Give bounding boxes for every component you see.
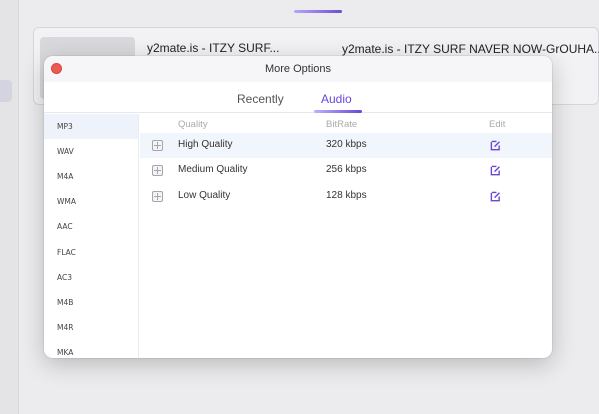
active-tab-underline [314, 110, 362, 113]
format-item-m4r[interactable]: M4R [44, 315, 138, 340]
format-item-mka[interactable]: MKA [44, 340, 138, 358]
row-bitrate: 128 kbps [326, 190, 367, 201]
edit-icon[interactable] [490, 140, 501, 151]
background-sidebar-tab[interactable] [0, 80, 12, 102]
video-title-short: y2mate.is - ITZY SURF... [147, 41, 280, 55]
format-item-mp3[interactable]: MP3 [44, 114, 138, 139]
tab-audio[interactable]: Audio [321, 92, 352, 106]
column-header-quality: Quality [178, 119, 208, 130]
format-item-wma[interactable]: WMA [44, 189, 138, 214]
background-left-strip [0, 0, 18, 414]
background-tab-indicator [294, 10, 342, 13]
table-row[interactable]: High Quality 320 kbps [140, 133, 552, 158]
format-item-ac3[interactable]: AC3 [44, 265, 138, 290]
row-bitrate: 320 kbps [326, 139, 367, 150]
add-preset-icon [152, 191, 163, 202]
dialog-title: More Options [264, 63, 332, 75]
row-quality: Low Quality [178, 190, 231, 201]
add-preset-icon [152, 165, 163, 176]
video-title-long: y2mate.is - ITZY SURF NAVER NOW-GrOUHA..… [342, 42, 599, 56]
format-item-m4a[interactable]: M4A [44, 164, 138, 189]
format-item-wav[interactable]: WAV [44, 139, 138, 164]
table-row[interactable]: Medium Quality 256 kbps [140, 158, 552, 183]
more-options-dialog: More Options Recently Audio MP3 WAV M4A … [44, 56, 552, 358]
table-row[interactable]: Low Quality 128 kbps [140, 184, 552, 209]
format-sidebar: MP3 WAV M4A WMA AAC FLAC AC3 M4B M4R MKA [44, 114, 139, 358]
tabs-bar: Recently Audio [44, 82, 552, 113]
edit-icon[interactable] [490, 165, 501, 176]
row-bitrate: 256 kbps [326, 164, 367, 175]
row-quality: Medium Quality [178, 164, 248, 175]
format-item-flac[interactable]: FLAC [44, 240, 138, 265]
format-item-aac[interactable]: AAC [44, 214, 138, 239]
edit-icon[interactable] [490, 191, 501, 202]
dialog-titlebar: More Options [44, 56, 552, 82]
add-preset-icon [152, 140, 163, 151]
format-item-m4b[interactable]: M4B [44, 290, 138, 315]
column-header-bitrate: BitRate [326, 119, 358, 130]
quality-table: Quality BitRate Edit High Quality 320 kb… [140, 114, 552, 358]
row-quality: High Quality [178, 139, 233, 150]
column-header-edit: Edit [489, 119, 506, 130]
tab-recently[interactable]: Recently [237, 92, 284, 106]
